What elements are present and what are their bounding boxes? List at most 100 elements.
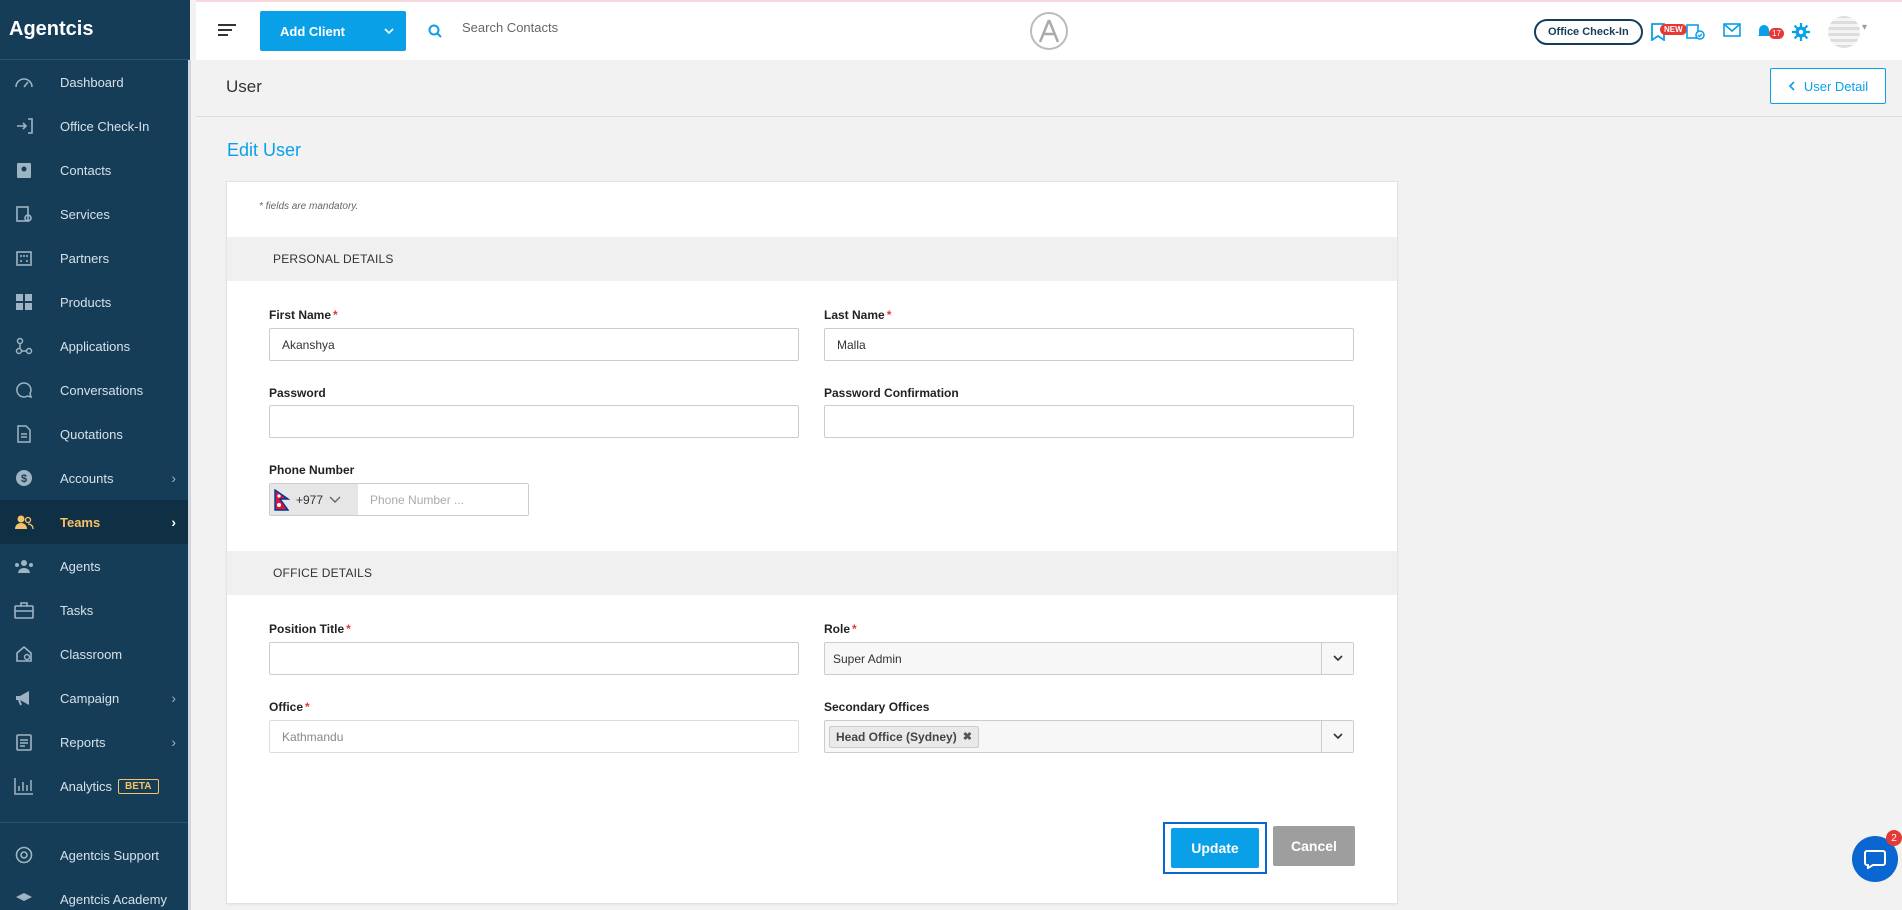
chevron-down-icon [1321,721,1353,752]
sidebar-item-agentcis-academy[interactable]: Agentcis Academy [0,877,190,910]
sidebar-item-analytics[interactable]: Analytics BETA [0,764,190,808]
office-check-in-button[interactable]: Office Check-In [1534,19,1643,45]
notification-count-badge: 17 [1769,28,1784,39]
secondary-offices-label: Secondary Offices [824,700,930,714]
secondary-offices-select[interactable]: Head Office (Sydney) ✖ [824,720,1354,753]
gear-icon[interactable] [1792,23,1810,45]
flow-icon [12,336,36,356]
sidebar-nav: Dashboard Office Check-In Contacts Servi… [0,60,190,808]
clipboard-icon [12,732,36,752]
edit-user-heading: Edit User [227,140,302,160]
user-avatar[interactable] [1828,16,1860,48]
sidebar-item-quotations[interactable]: Quotations [0,412,190,456]
document-icon [12,424,36,444]
sidebar-item-accounts[interactable]: $ Accounts › [0,456,190,500]
last-name-label: Last Name * [824,308,892,322]
sidebar-item-office-check-in[interactable]: Office Check-In [0,104,190,148]
agents-icon [12,556,36,576]
cancel-button[interactable]: Cancel [1273,826,1355,866]
password-label: Password [269,386,326,400]
office-label: Office * [269,700,310,714]
last-name-input[interactable] [824,328,1354,361]
dollar-icon: $ [12,468,36,488]
nepal-flag-icon [274,488,291,511]
chart-icon [12,776,36,796]
app-logo[interactable]: Agentcis [0,0,190,60]
sidebar-item-agentcis-support[interactable]: Agentcis Support [0,833,190,877]
chevron-right-icon: › [171,470,176,486]
password-input[interactable] [269,405,799,438]
new-badge: NEW [1660,24,1687,35]
sidebar-item-agents[interactable]: Agents [0,544,190,588]
sidebar-item-classroom[interactable]: Classroom [0,632,190,676]
services-icon [12,204,36,224]
chat-bubble-icon [1864,850,1886,869]
menu-toggle-icon[interactable] [218,24,236,39]
mail-icon[interactable] [1723,23,1741,41]
task-check-icon[interactable] [1686,23,1706,45]
sidebar-item-products[interactable]: Products [0,280,190,324]
sidebar-item-partners[interactable]: Partners [0,236,190,280]
password-confirmation-input[interactable] [824,405,1354,438]
sidebar-footer-nav: Agentcis Support Agentcis Academy [0,823,190,910]
role-label: Role * [824,622,857,636]
selected-office-chip: Head Office (Sydney) ✖ [829,725,979,748]
sidebar-item-campaign[interactable]: Campaign › [0,676,190,720]
chevron-down-icon[interactable] [384,24,394,38]
role-select[interactable]: Super Admin [824,642,1354,675]
grid-icon [12,292,36,312]
sidebar-scrollbar[interactable] [188,60,191,910]
personal-details-section: PERSONAL DETAILS [227,237,1397,281]
user-detail-button[interactable]: User Detail [1770,68,1886,104]
password-confirmation-label: Password Confirmation [824,386,959,400]
sidebar-item-services[interactable]: Services [0,192,190,236]
sidebar-item-dashboard[interactable]: Dashboard [0,60,190,104]
team-icon [12,512,36,532]
sidebar-item-teams[interactable]: Teams › [0,500,190,544]
sidebar-item-contacts[interactable]: Contacts [0,148,190,192]
update-button[interactable]: Update [1171,828,1259,868]
chat-icon [12,380,36,400]
position-title-label: Position Title * [269,622,351,636]
lifebuoy-icon [12,845,36,865]
phone-number-field: +977 [269,483,529,516]
sidebar-item-tasks[interactable]: Tasks [0,588,190,632]
contacts-icon [12,160,36,180]
sidebar-item-conversations[interactable]: Conversations [0,368,190,412]
sidebar-item-reports[interactable]: Reports › [0,720,190,764]
academy-icon [12,889,36,909]
sidebar-item-applications[interactable]: Applications [0,324,190,368]
first-name-label: First Name * [269,308,338,322]
chevron-right-icon: › [171,734,176,750]
search-contacts-input[interactable] [462,20,762,35]
building-icon [12,248,36,268]
chevron-right-icon: › [171,514,176,530]
company-logo-icon [1030,12,1068,50]
svg-text:$: $ [21,473,27,485]
megaphone-icon [12,688,36,708]
phone-number-input[interactable] [358,484,528,515]
chevron-down-icon[interactable]: ▾ [1862,22,1867,33]
chevron-down-icon [329,496,341,503]
chevron-left-icon [1788,81,1795,91]
add-client-button[interactable]: Add Client [260,11,406,51]
top-bar: Add Client Office Check-In NEW 17 ▾ [196,0,1902,60]
search-icon [428,24,442,41]
classroom-icon [12,644,36,664]
page-header: User User Detail [196,60,1902,117]
edit-user-form: * fields are mandatory. PERSONAL DETAILS… [226,181,1398,904]
mandatory-note: * fields are mandatory. [259,201,359,212]
position-title-input[interactable] [269,642,799,675]
first-name-input[interactable] [269,328,799,361]
country-code-select[interactable]: +977 [270,484,358,515]
chat-unread-badge: 2 [1886,830,1902,846]
checkin-icon [12,116,36,136]
gauge-icon [12,72,36,92]
remove-chip-icon[interactable]: ✖ [963,730,972,743]
phone-number-label: Phone Number [269,463,355,477]
chevron-right-icon: › [171,690,176,706]
sidebar: Agentcis Dashboard Office Check-In Conta… [0,0,190,910]
office-field: Kathmandu [269,720,799,753]
briefcase-icon [12,600,36,620]
office-details-section: OFFICE DETAILS [227,551,1397,595]
